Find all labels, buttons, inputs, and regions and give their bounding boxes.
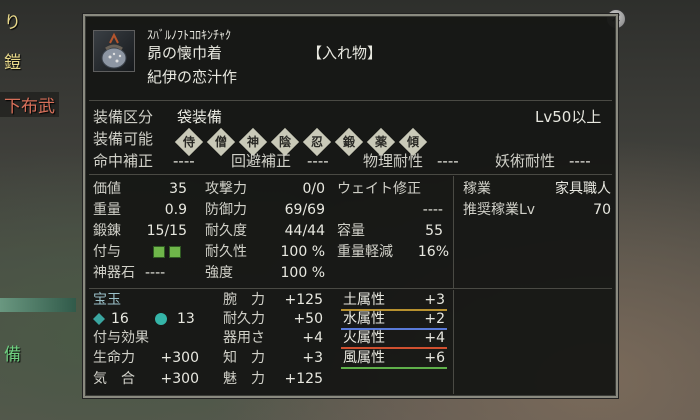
stat-label: 神器石	[93, 265, 135, 281]
effect-label: 気 合	[93, 371, 135, 387]
class-badge-label: 神	[246, 135, 259, 149]
stat-value: 69/69	[284, 202, 325, 218]
water-element-value: +2	[424, 311, 445, 327]
water-element-label: 水属性	[343, 311, 385, 327]
effect-label: 耐久力	[223, 311, 265, 327]
trade-value: 70	[593, 202, 611, 218]
earth-element-label: 土属性	[343, 292, 385, 308]
bg-label: 鎧	[4, 53, 21, 73]
evade-correction-label: 回避補正	[231, 152, 292, 170]
stat-label: 耐久度	[205, 223, 247, 239]
item-tooltip-panel: ｽﾊﾞﾙﾉﾌﾄｺﾛｷﾝﾁｬｸ 昴の懐巾着 【入れ物】 紀伊の恋汁作 装備区分 袋…	[83, 14, 618, 398]
magic-resist-value: ----	[569, 152, 591, 170]
wind-element-label: 風属性	[343, 350, 385, 366]
classes-label: 装備可能	[93, 130, 154, 148]
hit-correction-label: 命中補正	[93, 152, 154, 170]
item-name: 昴の懐巾着	[147, 44, 223, 62]
class-badge-label: 忍	[310, 135, 323, 149]
stat-value: 35	[169, 181, 187, 197]
fire-element-label: 火属性	[343, 330, 385, 346]
stat-value: 0.9	[164, 202, 187, 218]
effect-label: 知 力	[223, 350, 265, 366]
evade-correction-value: ----	[307, 152, 329, 170]
class-badge-label: 侍	[182, 135, 195, 149]
effect-label: 魅 力	[223, 371, 265, 387]
divider	[453, 176, 454, 288]
gems-title: 宝玉	[93, 292, 121, 308]
bg-label: 下布武	[0, 92, 59, 117]
earth-element-value: +3	[424, 292, 445, 308]
trade-value: 家具職人	[555, 181, 611, 197]
effects-title: 付与効果	[93, 330, 149, 346]
class-badge-label: 傾	[406, 135, 419, 149]
effect-label: 生命力	[93, 350, 135, 366]
enchant-slot-icon	[169, 246, 181, 258]
stat-value: ----	[145, 265, 166, 281]
effect-value: +3	[302, 350, 323, 366]
effect-value: +4	[302, 330, 323, 346]
stat-label: 価値	[93, 181, 121, 197]
stat-label: ウェイト修正	[337, 181, 421, 197]
trade-label: 推奨稼業Lv	[463, 202, 536, 218]
stat-label: 付与	[93, 244, 121, 260]
stat-value: 100 %	[280, 265, 325, 281]
wind-element-bar	[341, 367, 447, 369]
stat-value: ----	[422, 202, 443, 218]
trade-label: 稼業	[463, 181, 491, 197]
class-badge-label: 鍛	[342, 135, 355, 149]
stat-value: 0/0	[302, 181, 325, 197]
stat-label: 鍛錬	[93, 223, 121, 239]
stat-value: 100 %	[280, 244, 325, 260]
fire-element-value: +4	[424, 330, 445, 346]
physical-resist-label: 物理耐性	[363, 152, 424, 170]
item-author: 紀伊の恋汁作	[147, 68, 238, 86]
slot-label: 装備区分	[93, 108, 154, 126]
slot-value: 袋装備	[177, 108, 223, 126]
item-kana-name: ｽﾊﾞﾙﾉﾌﾄｺﾛｷﾝﾁｬｸ	[147, 28, 232, 42]
background-left-strip: り 鎧 下布武 備	[0, 0, 84, 420]
stat-label: 防御力	[205, 202, 247, 218]
divider	[89, 174, 612, 175]
stat-label: 攻撃力	[205, 181, 247, 197]
level-requirement: Lv50以上	[535, 108, 602, 126]
effect-value: +125	[284, 371, 323, 387]
effect-value: +300	[160, 350, 199, 366]
class-badge-label: 僧	[214, 135, 227, 149]
stat-value: 15/15	[146, 223, 187, 239]
diamond-gem-icon	[93, 313, 105, 325]
stat-label: 重量	[93, 202, 121, 218]
effect-value: +125	[284, 292, 323, 308]
divider	[453, 290, 454, 394]
stat-value: 44/44	[284, 223, 325, 239]
stat-label: 強度	[205, 265, 233, 281]
effect-label: 器用さ	[223, 330, 265, 346]
stat-label: 容量	[337, 223, 365, 239]
class-badge-label: 陰	[278, 135, 291, 149]
effect-label: 腕 力	[223, 292, 265, 308]
stat-label: 耐久性	[205, 244, 247, 260]
stat-label: 重量軽減	[337, 244, 393, 260]
hit-correction-value: ----	[173, 152, 195, 170]
bg-label: り	[4, 13, 21, 33]
effect-value: +300	[160, 371, 199, 387]
magic-resist-label: 妖術耐性	[495, 152, 556, 170]
item-category: 【入れ物】	[307, 44, 383, 62]
divider	[89, 100, 612, 101]
stat-value: 16%	[417, 244, 449, 260]
stat-value: 55	[425, 223, 443, 239]
bg-green-bar	[0, 298, 76, 312]
round-gem-icon	[155, 313, 167, 325]
effect-value: +50	[293, 311, 323, 327]
gem-count: 16	[111, 311, 129, 327]
wind-element-value: +6	[424, 350, 445, 366]
divider	[89, 288, 612, 289]
pouch-icon	[93, 30, 135, 72]
gem-count: 13	[177, 311, 195, 327]
bg-label: 備	[4, 345, 21, 365]
enchant-slot-icon	[153, 246, 165, 258]
class-badge-label: 薬	[374, 135, 387, 149]
physical-resist-value: ----	[437, 152, 459, 170]
